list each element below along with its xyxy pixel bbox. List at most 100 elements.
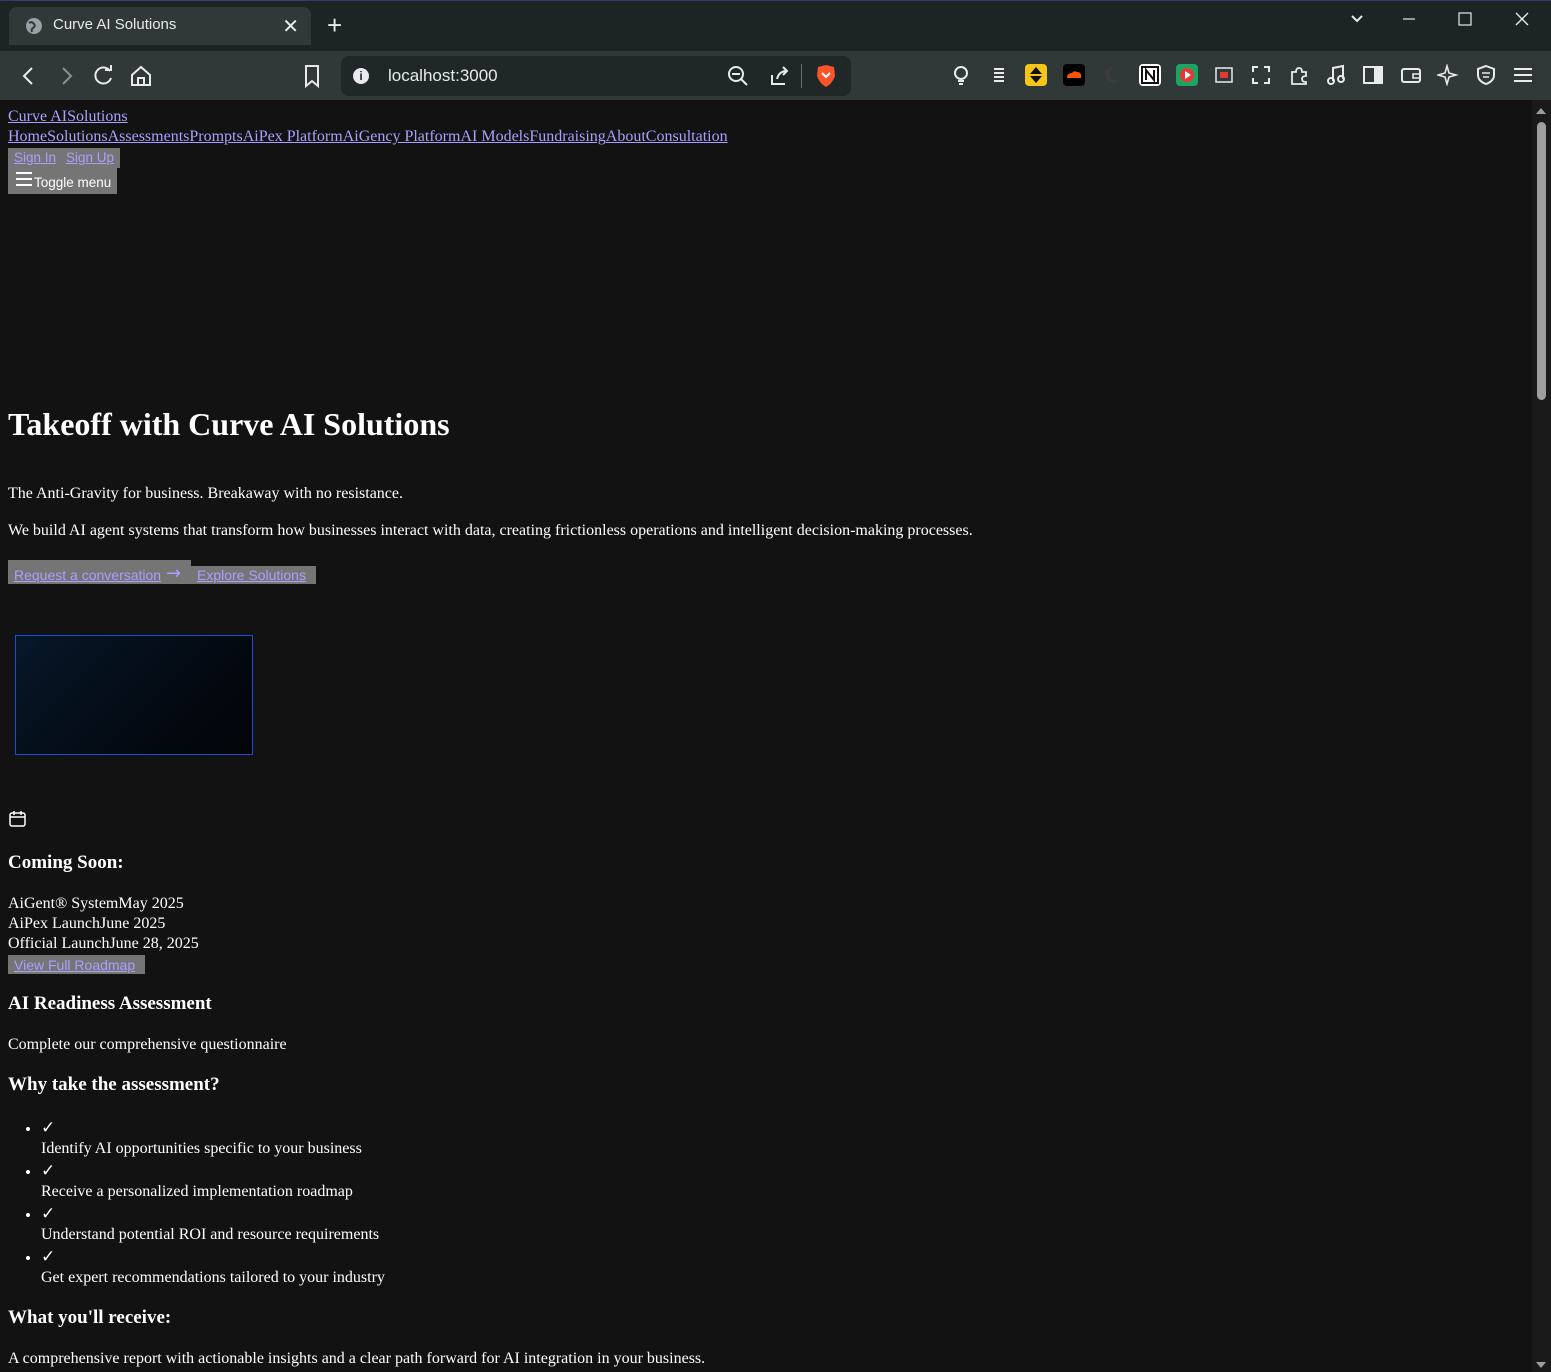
back-icon[interactable] <box>16 63 42 89</box>
moon-extension-icon[interactable] <box>1100 64 1122 86</box>
home-icon[interactable] <box>128 63 154 89</box>
record-extension-icon[interactable] <box>1213 64 1235 86</box>
benefit-item: ✓ Receive a personalized implementation r… <box>41 1161 385 1204</box>
url-text[interactable]: localhost:3000 <box>388 66 498 86</box>
request-conversation-button[interactable]: Request a conversation → <box>8 560 191 584</box>
lightbulb-extension-icon[interactable] <box>950 64 972 86</box>
nav-about[interactable]: About <box>606 128 646 145</box>
explore-solutions-button[interactable]: Explore Solutions <box>191 566 316 584</box>
page-content: Curve AISolutions HomeSolutionsAssessmen… <box>0 100 1532 1372</box>
benefits-list: ✓ Identify AI opportunities specific to y… <box>0 1118 385 1290</box>
tab-search-icon[interactable] <box>1349 11 1365 32</box>
site-logo[interactable]: Curve AISolutions <box>8 108 128 126</box>
logo-link[interactable]: Curve AISolutions <box>8 108 128 125</box>
receive-text: A comprehensive report with actionable i… <box>8 1350 706 1367</box>
roadmap-item: AiPex LaunchJune 2025 <box>8 915 165 933</box>
media-icon[interactable] <box>1325 64 1347 86</box>
address-bar[interactable]: i localhost:3000 <box>341 56 851 96</box>
scrollbar-thumb[interactable] <box>1537 122 1546 400</box>
nav-assessments[interactable]: Assessments <box>108 128 190 145</box>
benefit-text: Identify AI opportunities specific to yo… <box>41 1140 362 1157</box>
logo-part-1: Curve AI <box>8 108 68 125</box>
benefit-text: Understand potential ROI and resource re… <box>41 1226 380 1243</box>
check-icon: ✓ <box>41 1247 56 1267</box>
toggle-menu-label: Toggle menu <box>34 175 112 190</box>
sidebar-icon[interactable] <box>1362 64 1384 86</box>
roadmap-item-name: AiGent® System <box>8 895 119 912</box>
notion-extension-icon[interactable] <box>1139 64 1161 86</box>
arrow-right-icon: → <box>166 563 182 584</box>
new-tab-button[interactable]: + <box>327 10 342 40</box>
page-scrollbar[interactable] <box>1532 100 1551 1372</box>
screenshot-extension-icon[interactable] <box>1250 64 1272 86</box>
request-conversation-link[interactable]: Request a conversation <box>14 567 161 583</box>
zoom-icon[interactable] <box>727 65 749 87</box>
why-assessment-heading: Why take the assessment? <box>8 1074 220 1095</box>
nav-aipex-platform[interactable]: AiPex Platform <box>243 128 343 145</box>
wallet-icon[interactable] <box>1400 64 1422 86</box>
nav-aigency-platform[interactable]: AiGency Platform <box>343 128 461 145</box>
leo-ai-icon[interactable] <box>1435 63 1459 87</box>
nav-consultation[interactable]: Consultation <box>646 128 728 145</box>
maximize-icon[interactable] <box>1457 11 1473 32</box>
roadmap-item-date: June 2025 <box>99 915 166 932</box>
toggle-menu-button[interactable]: Toggle menu <box>8 168 118 194</box>
roadmap-item: AiGent® SystemMay 2025 <box>8 895 184 913</box>
main-nav: HomeSolutionsAssessmentsPromptsAiPex Pla… <box>8 128 728 146</box>
omnibox-divider <box>801 64 802 88</box>
browser-toolbar: i localhost:3000 <box>0 51 1551 101</box>
roadmap-item: Official LaunchJune 28, 2025 <box>8 935 199 953</box>
reload-icon[interactable] <box>90 63 116 89</box>
logo-part-2: Solutions <box>67 108 128 125</box>
nav-solutions[interactable]: Solutions <box>47 128 107 145</box>
benefit-text: Get expert recommendations tailored to y… <box>41 1269 385 1286</box>
hamburger-icon <box>16 172 32 190</box>
video-extension-icon[interactable] <box>1176 64 1198 86</box>
nav-ai-models[interactable]: AI Models <box>460 128 529 145</box>
nav-prompts[interactable]: Prompts <box>189 128 242 145</box>
extensions-icon[interactable] <box>1288 64 1310 86</box>
globe-icon <box>26 18 42 34</box>
minimize-icon[interactable] <box>1401 11 1417 32</box>
browser-tab[interactable]: Curve AI Solutions ✕ <box>9 7 311 45</box>
vpn-icon[interactable] <box>1475 64 1497 86</box>
check-icon: ✓ <box>41 1118 56 1138</box>
forward-icon[interactable] <box>53 63 79 89</box>
check-icon: ✓ <box>41 1161 56 1181</box>
scroll-up-arrow-icon[interactable] <box>1536 108 1546 114</box>
roadmap-item-name: AiPex Launch <box>8 915 100 932</box>
hero-description: We build AI agent systems that transform… <box>8 522 973 539</box>
view-roadmap-link[interactable]: View Full Roadmap <box>14 957 135 973</box>
sign-in-button[interactable]: Sign In <box>14 150 56 165</box>
nav-home[interactable]: Home <box>8 128 47 145</box>
assessment-heading: AI Readiness Assessment <box>8 993 212 1014</box>
browser-chrome: Curve AI Solutions ✕ + i localhost:3000 <box>0 0 1551 101</box>
menu-icon[interactable] <box>1512 64 1534 86</box>
spring-extension-icon[interactable] <box>988 64 1010 86</box>
calendar-icon <box>9 811 26 827</box>
scroll-down-arrow-icon[interactable] <box>1536 1362 1546 1368</box>
arrows-extension-icon[interactable] <box>1025 64 1047 86</box>
roadmap-item-date: May 2025 <box>118 895 184 912</box>
benefit-item: ✓ Get expert recommendations tailored to … <box>41 1247 385 1290</box>
nav-fundraising[interactable]: Fundraising <box>529 128 605 145</box>
benefit-text: Receive a personalized implementation ro… <box>41 1183 353 1200</box>
explore-solutions-link[interactable]: Explore Solutions <box>197 567 306 583</box>
receive-heading: What you'll receive: <box>8 1307 172 1328</box>
brave-shield-icon[interactable] <box>815 64 837 88</box>
hero-tagline: The Anti-Gravity for business. Breakaway… <box>8 485 404 502</box>
close-window-icon[interactable] <box>1514 11 1530 32</box>
check-icon: ✓ <box>41 1204 56 1224</box>
sign-up-button[interactable]: Sign Up <box>66 150 114 165</box>
benefit-item: ✓ Understand potential ROI and resource r… <box>41 1204 385 1247</box>
view-roadmap-button[interactable]: View Full Roadmap <box>8 955 145 974</box>
auth-buttons: Sign In Sign Up <box>8 148 121 168</box>
tab-title: Curve AI Solutions <box>53 16 177 33</box>
tab-close-icon[interactable]: ✕ <box>282 14 299 39</box>
assessment-subtitle: Complete our comprehensive questionnaire <box>8 1036 287 1053</box>
site-info-icon[interactable]: i <box>353 68 369 84</box>
share-icon[interactable] <box>769 65 791 87</box>
roadmap-item-date: June 28, 2025 <box>109 935 199 952</box>
bookmark-icon[interactable] <box>299 63 325 89</box>
soundcloud-extension-icon[interactable] <box>1063 64 1085 86</box>
